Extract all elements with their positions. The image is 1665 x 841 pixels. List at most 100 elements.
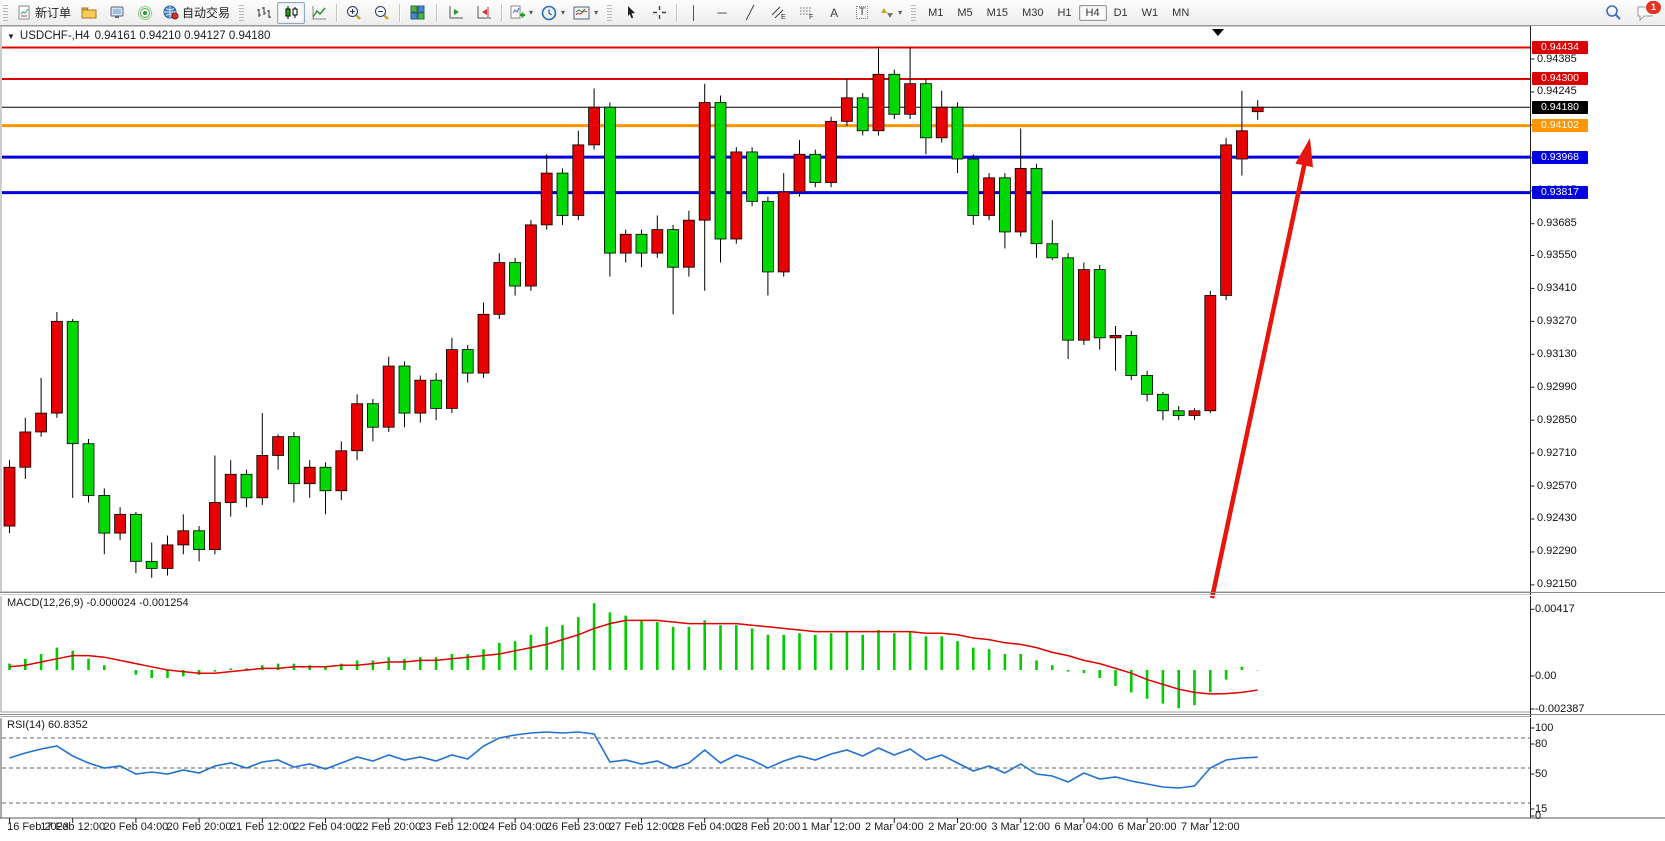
time-axis-label: 20 Feb 04:00 (103, 821, 168, 833)
candle-body (952, 107, 963, 159)
candle-body (557, 173, 568, 215)
candle-body (826, 121, 837, 182)
candle-body (20, 432, 31, 467)
candle-body (99, 495, 110, 533)
price-axis-label: 0.92430 (1537, 512, 1577, 524)
candle-body (1189, 411, 1200, 416)
pane-separator[interactable] (0, 714, 1665, 718)
candle-body (920, 84, 931, 138)
time-axis-label: 6 Mar 04:00 (1055, 821, 1114, 833)
candle-body (1142, 375, 1153, 394)
candle-body (1221, 145, 1232, 296)
candle-body (367, 404, 378, 428)
macd-axis-label: 0.00 (1535, 670, 1556, 682)
candle-body (194, 531, 205, 550)
candle-body (1157, 394, 1168, 410)
time-axis-label: 6 Mar 20:00 (1118, 821, 1177, 833)
candle-body (1173, 411, 1184, 416)
time-axis-label: 24 Feb 04:00 (483, 821, 548, 833)
candle-body (841, 98, 852, 122)
candle-body (1252, 107, 1263, 111)
candle-body (415, 380, 426, 413)
candle-body (810, 154, 821, 182)
time-axis-label: 2 Mar 20:00 (928, 821, 987, 833)
time-axis-label: 1 Mar 12:00 (802, 821, 861, 833)
rsi-axis-label: 50 (1535, 768, 1547, 780)
candle-body (999, 178, 1010, 232)
candle-body (399, 366, 410, 413)
candle-body (178, 531, 189, 545)
candle-body (1110, 335, 1121, 337)
chart-ohlc-values: 0.94161 0.94210 0.94127 0.94180 (95, 30, 271, 42)
candle-body (83, 444, 94, 496)
candle-body (288, 437, 299, 484)
candle-body (4, 467, 15, 526)
time-axis-label: 28 Feb 20:00 (735, 821, 800, 833)
candle-body (352, 404, 363, 451)
chart-dropdown-icon[interactable]: ▼ (7, 32, 15, 41)
chart-header: ▼ USDCHF-,H4 0.94161 0.94210 0.94127 0.9… (7, 30, 270, 42)
candle-body (668, 230, 679, 268)
candle-body (636, 234, 647, 253)
candle-body (1078, 270, 1089, 341)
price-axis-label: 0.93270 (1537, 315, 1577, 327)
price-axis-label: 0.93130 (1537, 348, 1577, 360)
time-axis-label: 21 Feb 12:00 (230, 821, 295, 833)
price-level-badge: 0.93968 (1532, 151, 1588, 164)
candle-body (731, 152, 742, 239)
time-axis-label: 17 Feb 12:00 (40, 821, 105, 833)
price-axis-label: 0.92570 (1537, 480, 1577, 492)
price-axis-label: 0.92150 (1537, 578, 1577, 590)
candle-body (209, 503, 220, 550)
macd-label: MACD(12,26,9) -0.000024 -0.001254 (7, 597, 189, 609)
candle-body (510, 263, 521, 287)
rsi-axis-label: 100 (1535, 722, 1553, 734)
time-axis-label: 26 Feb 23:00 (546, 821, 611, 833)
candle-body (857, 98, 868, 131)
candle-body (1063, 258, 1074, 340)
price-axis-label: 0.92710 (1537, 447, 1577, 459)
price-axis-label: 0.93410 (1537, 282, 1577, 294)
time-axis-label: 3 Mar 12:00 (991, 821, 1050, 833)
macd-axis-label: 0.00417 (1535, 603, 1575, 615)
candle-body (51, 321, 62, 413)
candle-body (67, 321, 78, 443)
candle-body (715, 103, 726, 239)
candle-body (162, 545, 173, 569)
candle-body (462, 350, 473, 374)
candle-body (589, 107, 600, 145)
candle-body (1126, 335, 1137, 375)
candle-body (1015, 168, 1026, 232)
macd-pane (1, 595, 1531, 712)
chart-title: USDCHF-,H4 (20, 30, 90, 42)
candle-body (525, 225, 536, 286)
price-axis-label: 0.92850 (1537, 414, 1577, 426)
candle-body (936, 107, 947, 138)
candle-body (1205, 295, 1216, 410)
candle-body (984, 178, 995, 216)
candle-body (257, 455, 268, 497)
price-axis-label: 0.92990 (1537, 381, 1577, 393)
candle-body (889, 74, 900, 114)
time-axis-label: 28 Feb 04:00 (672, 821, 737, 833)
candle-body (320, 467, 331, 491)
candle-body (604, 107, 615, 253)
price-axis-label: 0.92290 (1537, 545, 1577, 557)
macd-axis-label: -0.002387 (1535, 703, 1585, 715)
candle-body (573, 145, 584, 216)
time-axis-label: 27 Feb 12:00 (609, 821, 674, 833)
trading-terminal-window: 新订单 自动交易 (0, 0, 1665, 841)
pane-separator[interactable] (0, 592, 1665, 596)
price-axis-label: 0.94385 (1537, 53, 1577, 65)
candle-body (494, 263, 505, 315)
candle-body (115, 514, 126, 533)
time-axis-label: 22 Feb 04:00 (293, 821, 358, 833)
rsi-axis-label: 80 (1535, 738, 1547, 750)
rsi-axis-label: 0 (1535, 810, 1541, 822)
candle-body (1031, 168, 1042, 243)
candle-body (968, 159, 979, 215)
candle-body (747, 152, 758, 201)
candle-body (273, 437, 284, 456)
candle-body (446, 350, 457, 409)
price-level-badge: 0.94180 (1532, 101, 1588, 114)
